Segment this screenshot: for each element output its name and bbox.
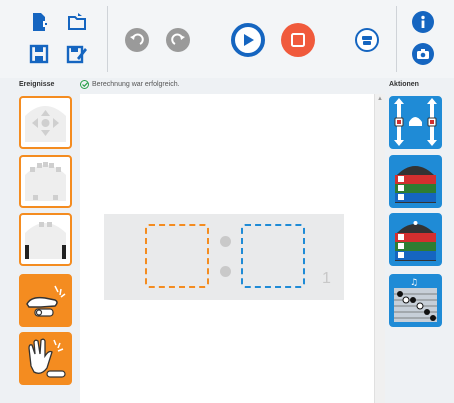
toolbar-separator (107, 6, 108, 72)
tap-icon (26, 285, 66, 317)
new-file-icon (33, 13, 47, 31)
buttons-icon (25, 106, 66, 142)
clap-icon (28, 338, 66, 378)
event-tap-block[interactable] (19, 274, 72, 327)
run-button[interactable] (231, 23, 265, 57)
connector-dot (220, 236, 231, 247)
event-action-pair[interactable]: 1 (104, 214, 344, 300)
info-icon (421, 15, 425, 28)
toolbar-separator (396, 6, 397, 72)
action-music-block[interactable]: ♫ (389, 274, 442, 327)
toolbar (0, 0, 454, 78)
run-icon (244, 34, 254, 46)
check-icon (80, 80, 89, 89)
motors-icon (394, 98, 437, 146)
robot-button[interactable] (355, 28, 379, 52)
open-button[interactable] (66, 10, 88, 34)
redo-button[interactable] (166, 28, 190, 52)
event-ground-sensors-block[interactable] (19, 155, 72, 208)
connector-dot (220, 266, 231, 277)
robot-icon (362, 36, 372, 45)
status-message: Berechnung war erfolgreich. (80, 80, 180, 89)
action-bottom-color-block[interactable] (389, 213, 442, 266)
prox-front-icon (25, 162, 66, 201)
stop-icon (291, 33, 305, 47)
save-button[interactable] (28, 42, 50, 66)
action-drop-slot[interactable] (241, 224, 305, 288)
event-clap-block[interactable] (19, 332, 72, 385)
save-icon (29, 44, 49, 64)
svg-text:♫: ♫ (410, 278, 418, 288)
screenshot-button[interactable] (412, 43, 434, 65)
bottom-color-icon (395, 221, 436, 261)
event-buttons-block[interactable] (19, 96, 72, 149)
top-color-icon (395, 166, 436, 203)
save-as-button[interactable] (66, 42, 88, 66)
action-top-color-block[interactable] (389, 155, 442, 208)
action-motors-block[interactable] (389, 96, 442, 149)
redo-icon (171, 33, 185, 45)
event-drop-slot[interactable] (145, 224, 209, 288)
ground-sensor-icon (25, 222, 66, 259)
canvas-scrollbar[interactable]: ▲ (374, 94, 385, 403)
undo-icon (130, 33, 144, 45)
stop-button[interactable] (281, 23, 315, 57)
camera-icon (417, 49, 429, 59)
open-folder-icon (68, 13, 86, 30)
music-icon: ♫ (394, 278, 437, 322)
status-text: Berechnung war erfolgreich. (92, 81, 180, 88)
save-as-icon (66, 45, 87, 64)
pair-index: 1 (322, 270, 331, 287)
info-button[interactable] (412, 11, 434, 33)
event-prox-sensors-block[interactable] (19, 213, 72, 266)
events-panel-title: Ereignisse (19, 81, 55, 88)
new-file-button[interactable] (28, 10, 50, 34)
undo-button[interactable] (125, 28, 149, 52)
actions-panel-title: Aktionen (389, 81, 419, 88)
scroll-up-icon[interactable]: ▲ (377, 96, 383, 102)
